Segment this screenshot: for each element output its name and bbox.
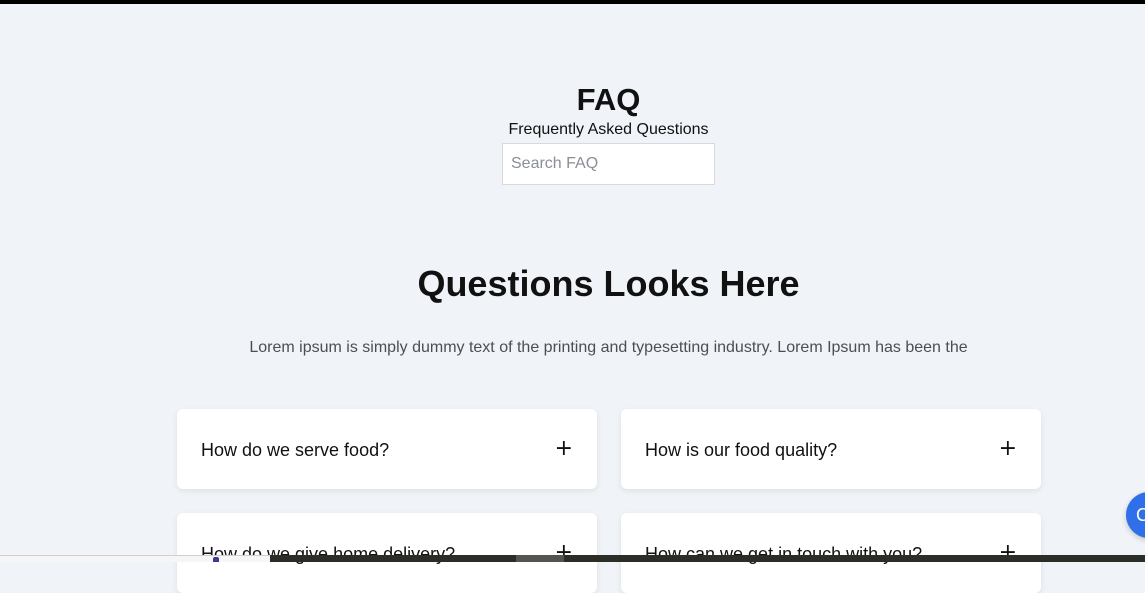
faq-item[interactable]: How can we get in touch with you? +: [621, 513, 1041, 593]
faq-item[interactable]: How is our food quality? +: [621, 409, 1041, 489]
plus-icon[interactable]: +: [555, 436, 573, 462]
horizontal-scrollbar[interactable]: [270, 555, 1145, 562]
plus-icon[interactable]: +: [999, 436, 1017, 462]
scrollbar-thumb[interactable]: [516, 555, 564, 562]
chat-icon: C: [1136, 505, 1145, 525]
faq-question: How do we serve food?: [201, 440, 390, 460]
faq-item[interactable]: How do we give home delivery? +: [177, 513, 597, 593]
section-description: Lorem ipsum is simply dummy text of the …: [249, 339, 968, 356]
top-border: [0, 0, 1145, 4]
faq-header: FAQ Frequently Asked Questions: [0, 80, 1145, 140]
search-input[interactable]: [502, 143, 715, 185]
page-subtitle: Frequently Asked Questions: [508, 121, 709, 138]
plus-icon[interactable]: +: [999, 540, 1017, 566]
faq-item[interactable]: How do we serve food? +: [177, 409, 597, 489]
chat-button[interactable]: C: [1126, 492, 1145, 538]
plus-icon[interactable]: +: [555, 540, 573, 566]
section-title: Questions Looks Here: [417, 263, 800, 304]
taskbar-icon: [213, 557, 219, 562]
page-title: FAQ: [576, 82, 641, 117]
faq-question: How is our food quality?: [645, 440, 838, 460]
